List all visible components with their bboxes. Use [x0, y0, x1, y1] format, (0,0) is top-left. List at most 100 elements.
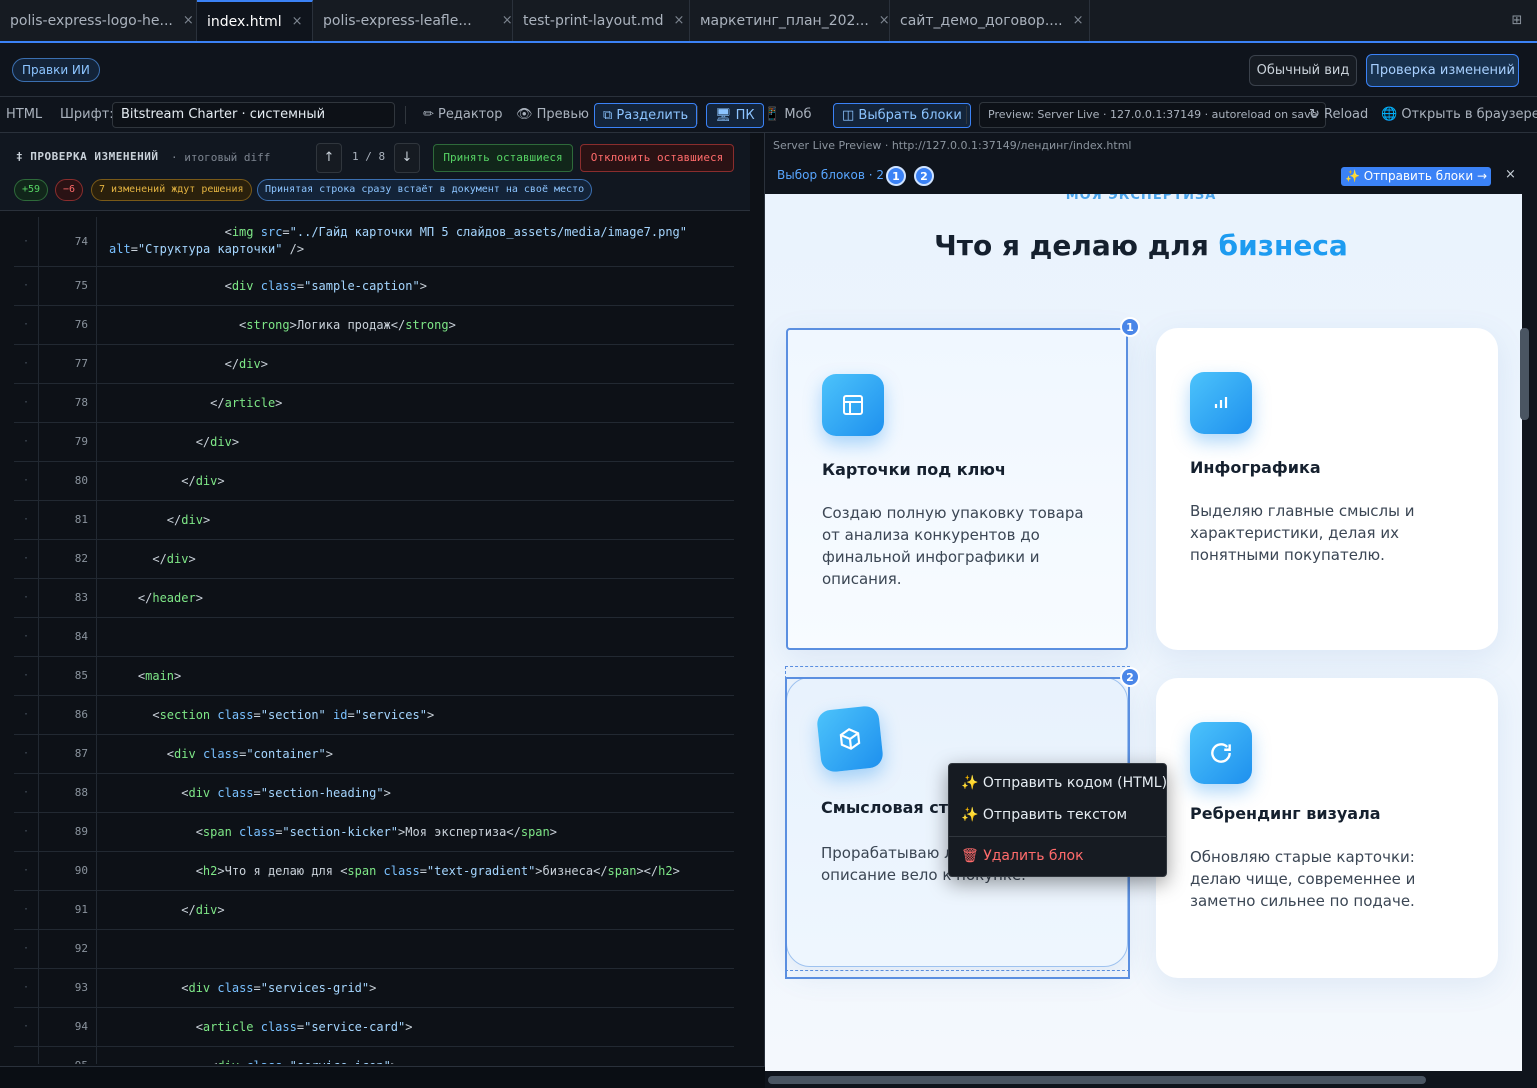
- code-token: <: [109, 786, 189, 800]
- code-line[interactable]: · 88 <div class="section-heading">: [14, 774, 734, 813]
- code-line[interactable]: · 90 <h2>Что я делаю для <span class="tex…: [14, 852, 734, 891]
- select-blocks-button[interactable]: ◫ Выбрать блоки: [833, 103, 971, 128]
- code-token: div: [217, 1059, 239, 1064]
- review-changes-button[interactable]: Проверка изменений: [1366, 54, 1519, 87]
- split-mode-button[interactable]: ⧉ Разделить: [594, 103, 698, 128]
- code-token: "text-gradient": [426, 864, 536, 878]
- code-token: h2: [658, 864, 673, 878]
- code-line[interactable]: · 92: [14, 930, 734, 969]
- code-line[interactable]: · 91 </div>: [14, 891, 734, 930]
- normal-view-button[interactable]: Обычный вид: [1249, 55, 1357, 86]
- service-card[interactable]: Ребрендинг визуала Обновляю старые карто…: [1156, 678, 1498, 978]
- close-tab-icon[interactable]: ×: [869, 13, 889, 28]
- code-token: class: [253, 1020, 297, 1034]
- code-token: >Логика продаж</: [289, 318, 406, 332]
- preview-vertical-scrollbar[interactable]: [1520, 328, 1529, 420]
- preview-horizontal-scrollbar[interactable]: [765, 1073, 1537, 1088]
- card-title: Инфографика: [1190, 458, 1321, 477]
- close-tab-icon[interactable]: ×: [492, 13, 512, 28]
- tab-label: маркетинг_план_202...: [700, 12, 869, 29]
- send-blocks-button[interactable]: ✨ Отправить блоки →: [1341, 167, 1491, 186]
- line-number: 78: [39, 384, 97, 422]
- code-line[interactable]: · 84: [14, 618, 734, 657]
- card-description: Создаю полную упаковку товара от анализа…: [822, 504, 1084, 588]
- open-in-browser-button[interactable]: 🌐 Открыть в браузере: [1381, 97, 1537, 133]
- service-card[interactable]: Инфографика Выделяю главные смыслы и хар…: [1156, 328, 1498, 650]
- code-token: =: [347, 708, 355, 722]
- code-line[interactable]: · 82 </div>: [14, 540, 734, 579]
- close-icon[interactable]: ×: [1505, 167, 1516, 182]
- ai-edits-pill[interactable]: Правки ИИ: [12, 58, 100, 82]
- code-line[interactable]: · 80 </div>: [14, 462, 734, 501]
- line-marker: ·: [14, 217, 39, 266]
- layout-icon[interactable]: ⊞: [1497, 0, 1537, 41]
- font-select[interactable]: Bitstream Charter · системный: [112, 102, 395, 128]
- reload-button[interactable]: ↻ Reload: [1309, 97, 1368, 133]
- tab-1[interactable]: index.html ×: [197, 0, 313, 41]
- line-marker: ·: [14, 969, 39, 1007]
- tab-label: сайт_демо_договор....: [900, 12, 1063, 29]
- tab-5[interactable]: сайт_демо_договор.... ×: [890, 0, 1090, 41]
- line-code: <img src="../Гайд карточки МП 5 слайдов_…: [97, 217, 734, 266]
- send-as-text-item[interactable]: ✨ Отправить текстом: [961, 807, 1127, 823]
- pc-viewport-button[interactable]: 🖥 ПК: [706, 103, 764, 128]
- line-code: </div>: [97, 345, 734, 383]
- selected-block-1[interactable]: 1: [886, 166, 906, 186]
- code-line[interactable]: · 83 </header>: [14, 579, 734, 618]
- tab-4[interactable]: маркетинг_план_202... ×: [690, 0, 890, 41]
- line-number: 74: [39, 217, 97, 266]
- scrollbar-thumb[interactable]: [768, 1076, 1426, 1084]
- selected-block-2[interactable]: 2: [914, 166, 934, 186]
- code-token: >: [549, 825, 557, 839]
- send-as-html-item[interactable]: ✨ Отправить кодом (HTML): [961, 775, 1167, 791]
- code-token: <: [109, 1020, 203, 1034]
- code-line[interactable]: · 79 </div>: [14, 423, 734, 462]
- delete-block-item[interactable]: 🗑 Удалить блок: [961, 848, 1084, 864]
- line-code: <article class="service-card">: [97, 1008, 734, 1046]
- code-token: class: [376, 864, 420, 878]
- code-token: div: [195, 903, 218, 917]
- code-line[interactable]: · 74 <img src="../Гайд карточки МП 5 слай…: [14, 217, 734, 267]
- code-token: class: [195, 747, 240, 761]
- next-change-button[interactable]: ↓: [394, 143, 420, 173]
- code-line[interactable]: · 81 </div>: [14, 501, 734, 540]
- tab-0[interactable]: polis-express-logo-he... ×: [0, 0, 197, 41]
- code-token: >Что я делаю для <: [217, 864, 348, 878]
- code-line[interactable]: ·95 <div class="service-icon">: [14, 1047, 734, 1064]
- tab-3[interactable]: test-print-layout.md ×: [513, 0, 690, 41]
- code-view[interactable]: · 74 <img src="../Гайд карточки МП 5 слай…: [14, 217, 734, 1064]
- line-number: 86: [39, 696, 97, 734]
- code-token: class: [253, 279, 297, 293]
- tab-2[interactable]: polis-express-leafle... ×: [313, 0, 513, 41]
- code-token: </: [109, 903, 196, 917]
- code-line[interactable]: · 75 <div class="sample-caption">: [14, 267, 734, 306]
- section-heading: Что я делаю для бизнеса: [934, 229, 1348, 262]
- close-tab-icon[interactable]: ×: [173, 13, 194, 28]
- code-line[interactable]: · 87 <div class="container">: [14, 735, 734, 774]
- editor-mode-button[interactable]: ✏ Редактор: [423, 97, 502, 133]
- code-line[interactable]: · 78 </article>: [14, 384, 734, 423]
- code-line[interactable]: · 93 <div class="services-grid">: [14, 969, 734, 1008]
- code-line[interactable]: · 76 <strong>Логика продаж</strong>: [14, 306, 734, 345]
- close-tab-icon[interactable]: ×: [664, 13, 685, 28]
- change-counter: 1 / 8: [352, 150, 386, 163]
- reject-remaining-button[interactable]: Отклонить оставшиеся: [580, 144, 734, 172]
- code-line[interactable]: · 77 </div>: [14, 345, 734, 384]
- close-tab-icon[interactable]: ×: [1063, 13, 1084, 28]
- code-line[interactable]: · 94 <article class="service-card">: [14, 1008, 734, 1047]
- mobile-viewport-button[interactable]: 📱 Моб: [764, 97, 812, 133]
- code-line[interactable]: · 86 <section class="section" id="service…: [14, 696, 734, 735]
- added-count-badge: +59: [14, 179, 49, 201]
- code-horizontal-scrollbar[interactable]: [0, 1066, 765, 1088]
- service-card[interactable]: Карточки под ключ Создаю полную упаковку…: [786, 328, 1128, 650]
- line-number: 88: [39, 774, 97, 812]
- close-tab-icon[interactable]: ×: [282, 14, 303, 29]
- prev-change-button[interactable]: ↑: [316, 143, 342, 173]
- accept-remaining-button[interactable]: Принять оставшиеся: [433, 144, 573, 172]
- code-token: div: [188, 786, 211, 800]
- code-token: >: [217, 474, 225, 488]
- preview-mode-button[interactable]: 👁 Превью: [516, 97, 589, 133]
- tab-label: polis-express-leafle...: [323, 12, 472, 29]
- code-line[interactable]: · 89 <span class="section-kicker">Моя экс…: [14, 813, 734, 852]
- code-line[interactable]: · 85 <main>: [14, 657, 734, 696]
